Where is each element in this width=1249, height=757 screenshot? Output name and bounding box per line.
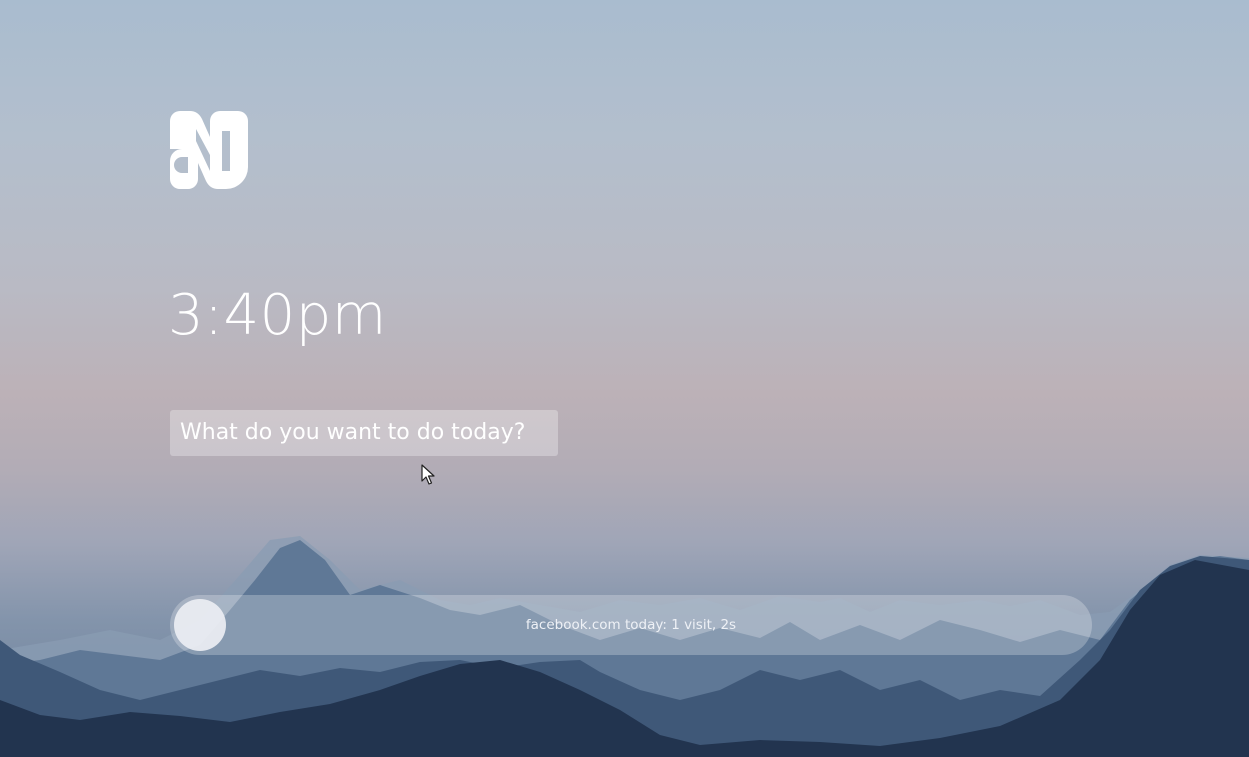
new-tab-page: 3:40pm facebook.com today: 1 visit, 2s [0,0,1249,757]
site-visit-tracker[interactable]: facebook.com today: 1 visit, 2s [170,595,1092,655]
clock-time: 3:40pm [168,283,387,348]
app-logo-icon [170,111,248,189]
mouse-pointer-icon [421,464,435,485]
visit-summary-text: facebook.com today: 1 visit, 2s [525,617,737,633]
intent-input[interactable] [170,410,558,456]
